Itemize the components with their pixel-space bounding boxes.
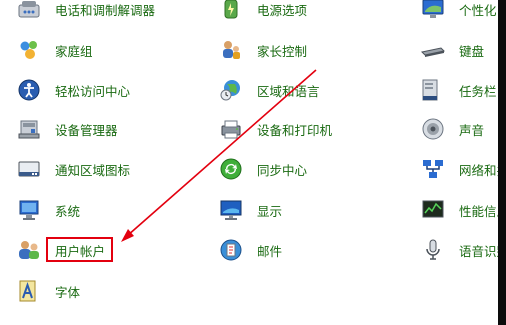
mail-icon — [219, 238, 243, 262]
personalization-icon — [421, 0, 445, 21]
region-language-icon — [219, 78, 243, 102]
item-sync-center[interactable]: 同步中心 — [219, 155, 307, 183]
sound-icon — [421, 117, 445, 141]
speech-recognition-icon — [421, 238, 445, 262]
device-manager-icon — [17, 117, 41, 141]
control-panel-grid: 电话和调制解调器 电源选项 个性化 家庭组 家长控制 键盘 轻松访问中心 区域和… — [0, 0, 506, 325]
item-phone-modem[interactable]: 电话和调制解调器 — [17, 0, 155, 23]
devices-printers-icon — [219, 117, 243, 141]
item-label: 声音 — [459, 122, 485, 138]
sync-center-icon — [219, 157, 243, 181]
item-sound[interactable]: 声音 — [421, 115, 484, 143]
item-notification-area[interactable]: 通知区域图标 — [17, 155, 130, 183]
ease-of-access-icon — [17, 78, 41, 102]
item-parental-controls[interactable]: 家长控制 — [219, 36, 307, 64]
fonts-icon — [17, 279, 41, 303]
item-display[interactable]: 显示 — [219, 196, 282, 224]
item-label: 任务栏 — [459, 83, 497, 99]
item-speech-recognition[interactable]: 语音识别 — [421, 236, 506, 264]
phone-modem-icon — [17, 0, 41, 21]
item-performance[interactable]: 性能信息 — [421, 196, 506, 224]
network-sharing-icon — [421, 157, 445, 181]
item-network-sharing[interactable]: 网络和共 — [421, 155, 506, 183]
item-personalization[interactable]: 个性化 — [421, 0, 497, 23]
system-icon — [17, 198, 41, 222]
display-icon — [219, 198, 243, 222]
item-label: 系统 — [55, 203, 81, 219]
item-label: 电话和调制解调器 — [55, 2, 156, 18]
item-system[interactable]: 系统 — [17, 196, 80, 224]
item-keyboard[interactable]: 键盘 — [421, 36, 484, 64]
item-label: 区域和语言 — [257, 83, 320, 99]
keyboard-icon — [421, 38, 445, 62]
item-mail[interactable]: 邮件 — [219, 236, 282, 264]
item-fonts[interactable]: 字体 — [17, 277, 80, 305]
item-label: 同步中心 — [257, 162, 308, 178]
item-label: 字体 — [55, 284, 81, 300]
window-edge — [498, 0, 506, 325]
item-ease-of-access[interactable]: 轻松访问中心 — [17, 76, 130, 104]
item-label: 轻松访问中心 — [55, 83, 131, 99]
user-accounts-icon — [17, 238, 41, 262]
item-label: 设备管理器 — [55, 122, 118, 138]
notification-area-icon — [17, 157, 41, 181]
item-label: 电源选项 — [257, 2, 308, 18]
item-label: 家庭组 — [55, 43, 93, 59]
performance-icon — [421, 198, 445, 222]
item-label: 键盘 — [459, 43, 485, 59]
item-label: 邮件 — [257, 243, 283, 259]
item-label: 个性化 — [459, 2, 497, 18]
item-homegroup[interactable]: 家庭组 — [17, 36, 93, 64]
item-label: 设备和打印机 — [257, 122, 333, 138]
item-device-manager[interactable]: 设备管理器 — [17, 115, 118, 143]
power-options-icon — [219, 0, 243, 21]
highlight-box — [46, 237, 113, 262]
item-taskbar[interactable]: 任务栏 — [421, 76, 497, 104]
item-label: 通知区域图标 — [55, 162, 131, 178]
item-label: 家长控制 — [257, 43, 308, 59]
item-label: 显示 — [257, 203, 283, 219]
item-power-options[interactable]: 电源选项 — [219, 0, 307, 23]
item-region-language[interactable]: 区域和语言 — [219, 76, 320, 104]
taskbar-icon — [421, 78, 445, 102]
homegroup-icon — [17, 38, 41, 62]
parental-controls-icon — [219, 38, 243, 62]
item-devices-printers[interactable]: 设备和打印机 — [219, 115, 332, 143]
